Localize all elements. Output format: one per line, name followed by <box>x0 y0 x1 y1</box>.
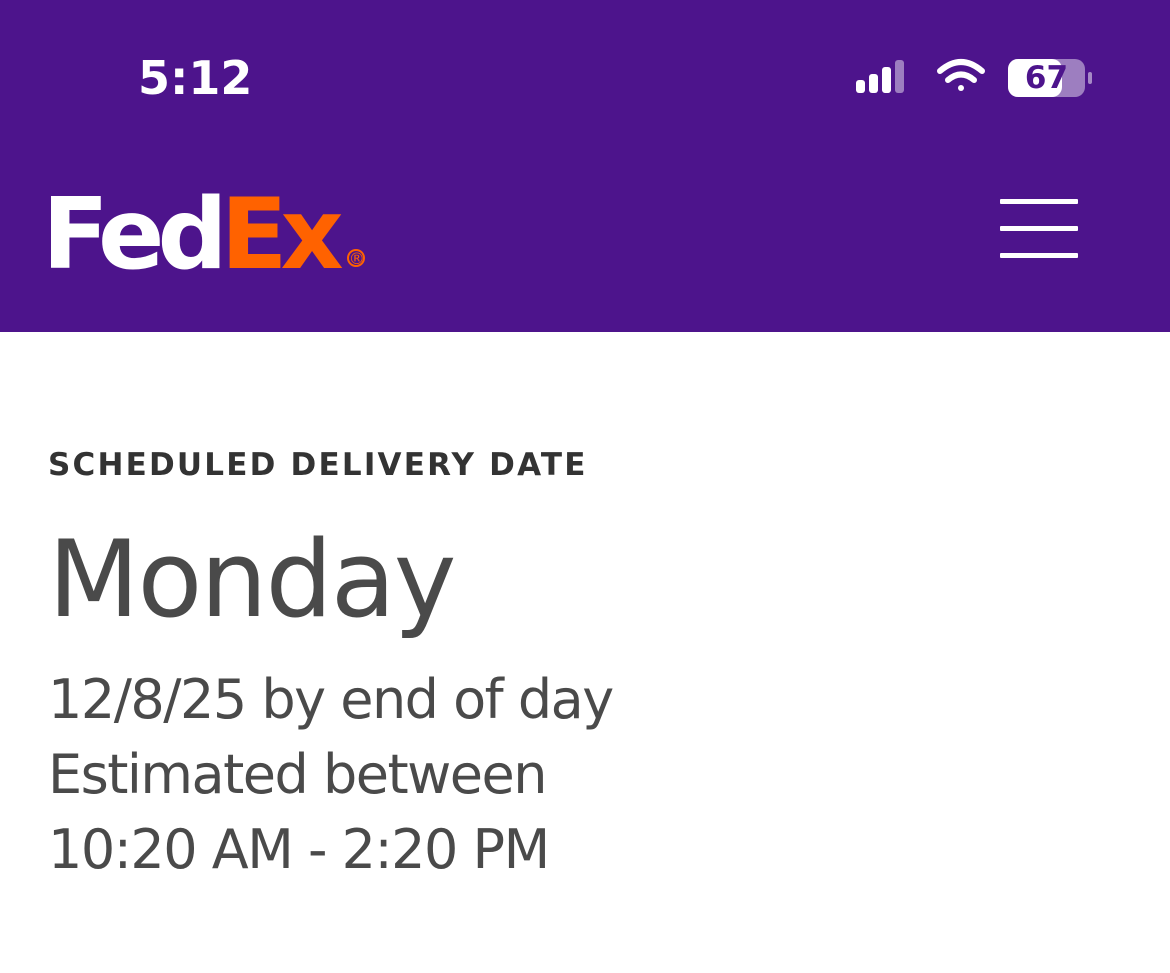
status-icons: 67 <box>850 50 1100 106</box>
logo-fed-text: Fed <box>42 178 228 292</box>
cellular-signal-icon <box>856 60 904 93</box>
app-header: 5:12 67 FedEx ® <box>0 0 1170 332</box>
status-time: 5:12 <box>138 51 253 105</box>
delivery-day: Monday <box>48 518 456 641</box>
registered-mark-icon: ® <box>346 249 365 268</box>
scheduled-delivery-label: SCHEDULED DELIVERY DATE <box>48 447 588 483</box>
menu-line <box>1000 253 1078 258</box>
menu-line <box>1000 199 1078 204</box>
wifi-icon <box>937 59 985 91</box>
delivery-time-window: 10:20 AM - 2:20 PM <box>48 818 550 881</box>
logo-ex-text: Ex <box>220 178 344 292</box>
delivery-date-line: 12/8/25 by end of day <box>48 668 614 731</box>
fedex-logo[interactable]: FedEx ® <box>42 185 365 285</box>
battery-level: 67 <box>1024 60 1069 96</box>
delivery-estimate-line: Estimated between <box>48 743 547 806</box>
hamburger-menu-icon[interactable] <box>1000 196 1080 262</box>
menu-line <box>1000 226 1078 231</box>
